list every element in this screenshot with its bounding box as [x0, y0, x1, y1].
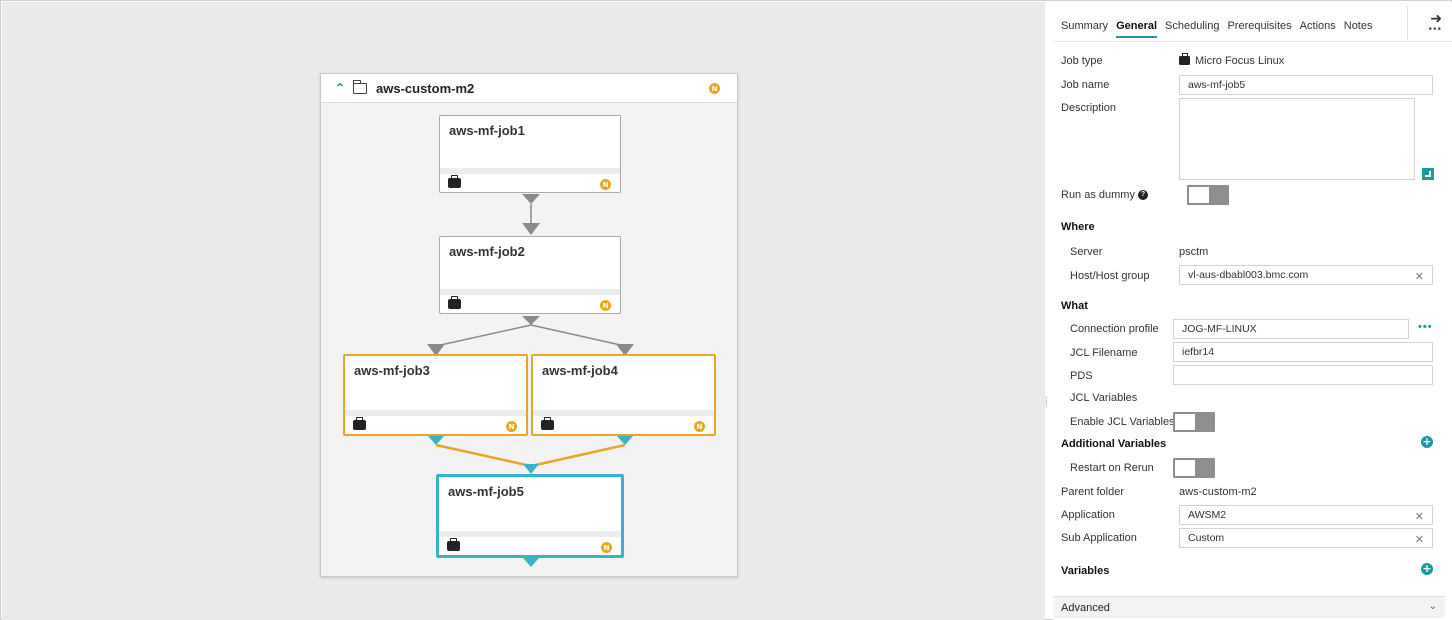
- folder-container[interactable]: ⌃ aws-custom-m2 N aws-mf-job1 N aws-mf-j…: [320, 73, 738, 577]
- application-value: AWSM2: [1188, 509, 1227, 521]
- job-type-value: Micro Focus Linux: [1179, 52, 1285, 67]
- advanced-label: Advanced: [1061, 602, 1110, 614]
- connection-profile-field[interactable]: JOG-MF-LINUX: [1173, 319, 1409, 339]
- more-options-icon[interactable]: •••: [1428, 24, 1442, 35]
- tab-scheduling[interactable]: Scheduling: [1165, 20, 1219, 32]
- job-node-3[interactable]: aws-mf-job3 N: [343, 354, 528, 436]
- clear-icon[interactable]: ✕: [1415, 270, 1424, 283]
- run-as-dummy-text: Run as dummy: [1061, 189, 1135, 201]
- pds-label: PDS: [1070, 370, 1093, 382]
- job-node-5-selected[interactable]: aws-mf-job5 N: [436, 474, 624, 558]
- description-label: Description: [1061, 102, 1117, 114]
- tab-divider: [1407, 6, 1408, 40]
- job-footer: N: [440, 289, 620, 313]
- job-status-badge: N: [600, 300, 611, 311]
- jcl-filename-label: JCL Filename: [1070, 347, 1138, 359]
- properties-panel: Summary General Scheduling Prerequisites…: [1053, 2, 1452, 620]
- briefcase-icon: [353, 417, 366, 430]
- restart-on-rerun-label: Restart on Rerun: [1070, 462, 1154, 474]
- add-variable-icon[interactable]: +: [1421, 436, 1433, 448]
- job-footer: N: [439, 531, 621, 555]
- job-status-badge: N: [600, 179, 611, 190]
- add-variable-icon[interactable]: +: [1421, 563, 1433, 575]
- briefcase-icon: [541, 417, 554, 430]
- host-label: Host/Host group: [1070, 270, 1150, 282]
- parent-folder-label: Parent folder: [1061, 486, 1124, 498]
- job-type-label: Job type: [1061, 55, 1103, 67]
- job-name: aws-mf-job5: [448, 484, 524, 499]
- server-label: Server: [1070, 246, 1103, 258]
- host-field[interactable]: vl-aus-dbabl003.bmc.com ✕: [1179, 265, 1433, 285]
- job-name: aws-mf-job1: [449, 123, 525, 138]
- panel-tabs: Summary General Scheduling Prerequisites…: [1053, 2, 1452, 42]
- pds-field[interactable]: [1173, 365, 1433, 385]
- briefcase-icon: [447, 538, 460, 551]
- job-footer: N: [533, 410, 714, 434]
- job-footer: N: [345, 410, 526, 434]
- advanced-section-header[interactable]: Advanced ⌄: [1053, 596, 1445, 618]
- enable-jcl-variables-toggle[interactable]: [1173, 412, 1215, 432]
- job-type-text: Micro Focus Linux: [1195, 55, 1285, 67]
- application-field[interactable]: AWSM2 ✕: [1179, 505, 1433, 525]
- description-field[interactable]: [1179, 98, 1415, 180]
- chevron-down-icon: ⌄: [1428, 601, 1437, 612]
- where-section-title: Where: [1061, 221, 1095, 233]
- sub-application-field[interactable]: Custom ✕: [1179, 528, 1433, 548]
- tab-general[interactable]: General: [1116, 20, 1158, 38]
- job-footer: N: [440, 168, 620, 192]
- tab-actions[interactable]: Actions: [1300, 20, 1336, 32]
- run-as-dummy-toggle[interactable]: [1187, 185, 1229, 205]
- clear-icon[interactable]: ✕: [1415, 510, 1424, 523]
- job-status-badge: N: [601, 542, 612, 553]
- host-value: vl-aus-dbabl003.bmc.com: [1188, 269, 1309, 281]
- job-name: aws-mf-job4: [542, 363, 618, 378]
- job-name-label: Job name: [1061, 79, 1110, 91]
- parent-folder-value: aws-custom-m2: [1179, 486, 1257, 498]
- help-icon[interactable]: ?: [1137, 190, 1148, 201]
- job-name: aws-mf-job2: [449, 244, 525, 259]
- workflow-canvas[interactable]: ⌃ aws-custom-m2 N aws-mf-job1 N aws-mf-j…: [2, 2, 1045, 620]
- job-node-4[interactable]: aws-mf-job4 N: [531, 354, 716, 436]
- job-name-field[interactable]: aws-mf-job5: [1179, 75, 1433, 95]
- run-as-dummy-label: Run as dummy?: [1061, 189, 1148, 201]
- jcl-variables-label: JCL Variables: [1070, 392, 1138, 404]
- application-label: Application: [1061, 509, 1115, 521]
- tab-notes[interactable]: Notes: [1344, 20, 1373, 32]
- job-status-badge: N: [694, 421, 705, 432]
- panel-resize-grip-icon[interactable]: ⁞ ⁞: [1045, 396, 1053, 410]
- enable-jcl-variables-label: Enable JCL Variables: [1070, 416, 1175, 428]
- tab-summary[interactable]: Summary: [1061, 20, 1108, 32]
- briefcase-icon: [448, 296, 461, 309]
- jcl-filename-field[interactable]: iefbr14: [1173, 342, 1433, 362]
- additional-variables-title: Additional Variables: [1061, 438, 1167, 450]
- more-options-icon[interactable]: •••: [1418, 321, 1433, 333]
- tab-prerequisites[interactable]: Prerequisites: [1227, 20, 1291, 32]
- restart-on-rerun-toggle[interactable]: [1173, 458, 1215, 478]
- job-node-2[interactable]: aws-mf-job2 N: [439, 236, 621, 314]
- server-value: psctm: [1179, 246, 1209, 258]
- variables-section-title: Variables: [1061, 565, 1110, 577]
- what-section-title: What: [1061, 300, 1088, 312]
- sub-application-value: Custom: [1188, 532, 1225, 544]
- expand-icon[interactable]: [1422, 168, 1434, 180]
- job-status-badge: N: [506, 421, 517, 432]
- briefcase-icon: [448, 175, 461, 188]
- job-node-1[interactable]: aws-mf-job1 N: [439, 115, 621, 193]
- sub-application-label: Sub Application: [1061, 532, 1137, 544]
- job-name: aws-mf-job3: [354, 363, 430, 378]
- briefcase-icon: [1179, 52, 1190, 65]
- app-window: ⌃ aws-custom-m2 N aws-mf-job1 N aws-mf-j…: [0, 0, 1452, 620]
- clear-icon[interactable]: ✕: [1415, 533, 1424, 546]
- connection-profile-label: Connection profile: [1070, 323, 1159, 335]
